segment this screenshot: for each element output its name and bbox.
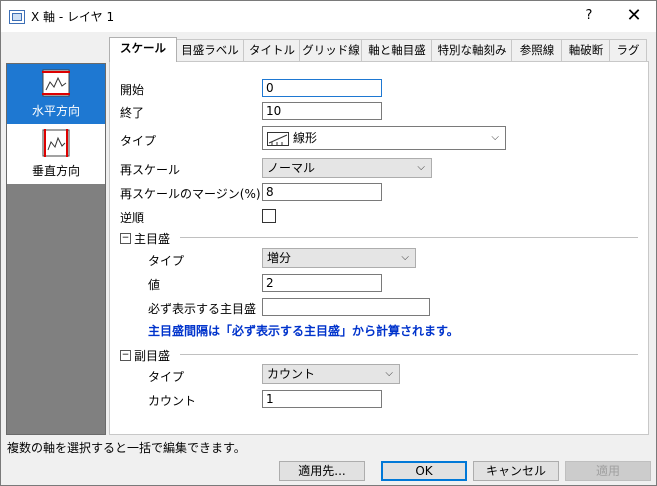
required-major-input[interactable] bbox=[262, 298, 430, 316]
title-bar: X 軸 - レイヤ 1 ? ✕ bbox=[1, 1, 656, 32]
tab-tick-labels[interactable]: 目盛ラベル bbox=[175, 39, 245, 61]
major-collapse-toggle[interactable]: − bbox=[120, 233, 131, 244]
minor-type-value: カウント bbox=[267, 367, 316, 381]
close-button[interactable]: ✕ bbox=[623, 5, 645, 27]
scale-panel: 開始 0 終了 10 タイプ 線形 ⌵ 再スケール ノーマル ⌵ 再スケールのマ… bbox=[109, 61, 649, 435]
major-value-label: 値 bbox=[148, 278, 161, 292]
window-icon bbox=[9, 10, 25, 24]
sidebar-item-label: 水平方向 bbox=[31, 104, 80, 118]
tab-scale[interactable]: スケール bbox=[109, 37, 177, 62]
chevron-down-icon: ⌵ bbox=[385, 368, 393, 379]
sidebar-item-horizontal[interactable]: 水平方向 bbox=[7, 64, 105, 124]
scale-type-value: 線形 bbox=[293, 131, 318, 145]
apply-to-button[interactable]: 適用先... bbox=[279, 461, 365, 481]
reverse-checkbox[interactable] bbox=[262, 209, 276, 223]
start-input[interactable]: 0 bbox=[262, 79, 382, 97]
minor-collapse-toggle[interactable]: − bbox=[120, 350, 131, 361]
tab-reference-lines[interactable]: 参照線 bbox=[511, 39, 563, 61]
rescale-value: ノーマル bbox=[267, 161, 316, 175]
window-title: X 軸 - レイヤ 1 bbox=[31, 10, 115, 24]
help-button[interactable]: ? bbox=[579, 6, 599, 26]
tab-grid-lines[interactable]: グリッド線 bbox=[299, 39, 363, 61]
cancel-button[interactable]: キャンセル bbox=[473, 461, 559, 481]
major-ticks-header: 主目盛 bbox=[134, 232, 171, 246]
rescale-margin-input[interactable]: 8 bbox=[262, 183, 382, 201]
ok-button[interactable]: OK bbox=[381, 461, 467, 481]
divider bbox=[180, 354, 638, 355]
end-input[interactable]: 10 bbox=[262, 102, 382, 120]
chevron-down-icon: ⌵ bbox=[417, 162, 425, 173]
chevron-down-icon: ⌵ bbox=[401, 252, 409, 263]
major-value-input[interactable]: 2 bbox=[262, 274, 382, 292]
sidebar-item-vertical[interactable]: 垂直方向 bbox=[7, 124, 105, 184]
major-type-label: タイプ bbox=[148, 254, 185, 268]
axis-direction-list: 水平方向 垂直方向 bbox=[6, 63, 106, 435]
minor-ticks-header: 副目盛 bbox=[134, 349, 171, 363]
divider bbox=[180, 237, 638, 238]
sidebar-item-label: 垂直方向 bbox=[31, 164, 80, 178]
horizontal-axis-icon bbox=[42, 69, 70, 97]
status-hint: 複数の軸を選択すると一括で編集できます。 bbox=[7, 441, 246, 455]
tab-axis-ticks[interactable]: 軸と軸目盛 bbox=[361, 39, 433, 61]
end-label: 終了 bbox=[120, 106, 145, 120]
minor-count-label: カウント bbox=[148, 394, 197, 408]
tab-rug[interactable]: ラグ bbox=[609, 39, 647, 61]
apply-button[interactable]: 適用 bbox=[565, 461, 651, 481]
rescale-select[interactable]: ノーマル ⌵ bbox=[262, 158, 432, 178]
minor-count-input[interactable]: 1 bbox=[262, 390, 382, 408]
type-label: タイプ bbox=[120, 134, 157, 148]
dialog-window: X 軸 - レイヤ 1 ? ✕ 水平方向 垂直方向 スケール 目盛ラベル タイト… bbox=[0, 0, 657, 486]
rescale-margin-label: 再スケールのマージン(%) bbox=[120, 187, 261, 201]
rescale-label: 再スケール bbox=[120, 163, 181, 177]
scale-type-select[interactable]: 線形 ⌵ bbox=[262, 126, 506, 150]
major-type-value: 増分 bbox=[267, 251, 292, 265]
linear-scale-icon bbox=[267, 132, 289, 146]
chevron-down-icon: ⌵ bbox=[491, 132, 499, 143]
minor-type-label: タイプ bbox=[148, 370, 185, 384]
required-major-label: 必ず表示する主目盛 bbox=[148, 302, 257, 316]
major-info-text: 主目盛間隔は「必ず表示する主目盛」から計算されます。 bbox=[148, 324, 459, 338]
reverse-label: 逆順 bbox=[120, 211, 145, 225]
major-type-select[interactable]: 増分 ⌵ bbox=[262, 248, 416, 268]
tab-special-ticks[interactable]: 特別な軸刻み bbox=[431, 39, 513, 61]
vertical-axis-icon bbox=[42, 129, 70, 157]
tab-title[interactable]: タイトル bbox=[243, 39, 301, 61]
start-label: 開始 bbox=[120, 83, 145, 97]
tab-bar: スケール 目盛ラベル タイトル グリッド線 軸と軸目盛 特別な軸刻み 参照線 軸… bbox=[109, 37, 654, 62]
minor-type-select[interactable]: カウント ⌵ bbox=[262, 364, 400, 384]
tab-axis-break[interactable]: 軸破断 bbox=[561, 39, 611, 61]
